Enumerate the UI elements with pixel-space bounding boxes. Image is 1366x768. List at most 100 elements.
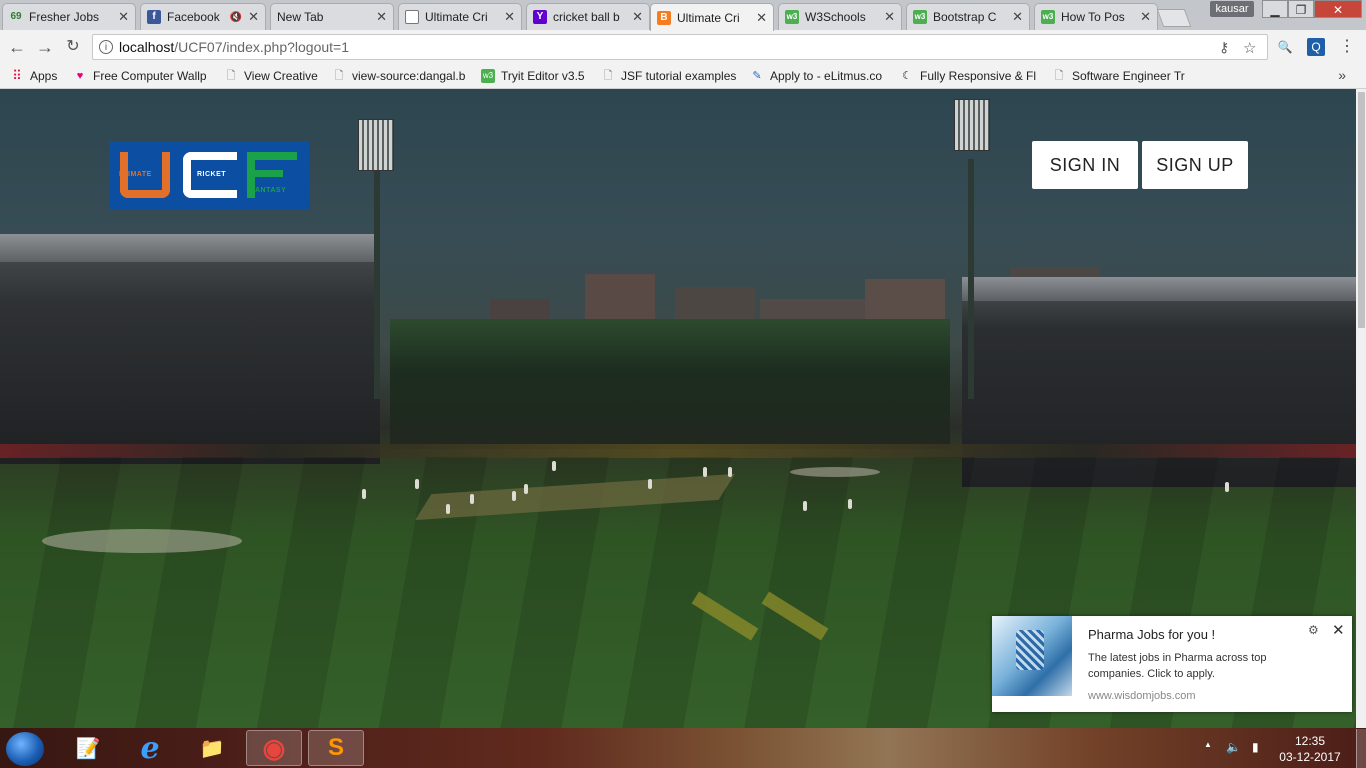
- ucf-logo[interactable]: LTIMATE RICKET ANTASY: [109, 141, 310, 209]
- forward-arrow-icon[interactable]: →: [34, 36, 56, 58]
- info-icon[interactable]: i: [99, 40, 113, 54]
- chrome-icon[interactable]: ◉: [246, 730, 302, 766]
- close-icon[interactable]: ✕: [118, 9, 129, 25]
- left-stand: [0, 234, 380, 464]
- bookmark-wallpapers[interactable]: ♥ Free Computer Wallp: [73, 68, 213, 84]
- profile-button[interactable]: kausar: [1210, 1, 1254, 17]
- menu-icon[interactable]: ⋮: [1338, 38, 1356, 56]
- close-icon[interactable]: ✕: [756, 10, 767, 26]
- batsman: [470, 494, 474, 504]
- gear-icon[interactable]: ⚙: [1308, 623, 1319, 637]
- notification-title: Pharma Jobs for you !: [1088, 627, 1216, 642]
- close-icon[interactable]: ✕: [884, 9, 895, 25]
- bookmark-label: Apps: [30, 69, 58, 83]
- floodlight-tower: [968, 159, 974, 399]
- tab-facebook[interactable]: f Facebook 🔇 ✕: [140, 3, 266, 30]
- close-icon[interactable]: ✕: [1140, 9, 1151, 25]
- page-icon: 🗋: [1054, 70, 1064, 82]
- sublime-text-icon[interactable]: S: [308, 730, 364, 766]
- bookmark-label: Software Engineer Tr: [1072, 69, 1185, 83]
- bookmark-label: Free Computer Wallp: [93, 69, 207, 83]
- bookmark-label: Tryit Editor v3.5: [501, 69, 585, 83]
- floodlight-head: [954, 99, 990, 151]
- key-icon[interactable]: ⚷: [1219, 39, 1229, 56]
- bookmark-fully-responsive[interactable]: ☾ Fully Responsive & Fl: [900, 68, 1038, 84]
- tab-new-tab[interactable]: New Tab ✕: [270, 3, 394, 30]
- url-path: /UCF07/index.php?logout=1: [174, 39, 349, 55]
- close-icon[interactable]: ✕: [1332, 621, 1345, 639]
- close-icon[interactable]: ✕: [1012, 9, 1023, 25]
- muted-speaker-icon[interactable]: 🔇: [230, 12, 242, 23]
- document-icon: [405, 10, 419, 24]
- tab-w3schools[interactable]: w3 W3Schools ✕: [778, 3, 902, 30]
- url-host: localhost: [119, 39, 175, 55]
- boundary-boards: [0, 444, 1356, 458]
- pavilion: [390, 319, 950, 449]
- new-tab-button[interactable]: [1156, 9, 1192, 27]
- bookmark-jsf-tutorial[interactable]: 🗋 JSF tutorial examples: [601, 68, 737, 84]
- bookmark-view-source[interactable]: 🗋 view-source:dangal.b: [332, 68, 468, 84]
- floodlight-tower: [374, 169, 380, 399]
- internet-explorer-icon[interactable]: e: [122, 730, 178, 766]
- start-button[interactable]: [6, 732, 44, 766]
- bookmark-software-engineer[interactable]: 🗋 Software Engineer Tr: [1052, 68, 1190, 84]
- address-bar[interactable]: i localhost/UCF07/index.php?logout=1 ⚷ ☆: [92, 34, 1268, 60]
- tab-how-to-pos[interactable]: w3 How To Pos ✕: [1034, 3, 1158, 30]
- back-arrow-icon[interactable]: ←: [6, 36, 28, 58]
- star-bookmark-icon[interactable]: ☆: [1243, 39, 1256, 57]
- speaker-icon[interactable]: 🔈: [1226, 740, 1241, 754]
- file-explorer-icon[interactable]: 📁: [184, 730, 240, 766]
- tab-bootstrap[interactable]: w3 Bootstrap C ✕: [906, 3, 1030, 30]
- scrollbar-thumb[interactable]: [1358, 92, 1365, 328]
- w3schools-icon: w3: [785, 10, 799, 24]
- tab-cricket-ball[interactable]: Y cricket ball b ✕: [526, 3, 650, 30]
- fielder: [703, 467, 707, 477]
- notepadpp-icon[interactable]: 📝: [60, 730, 116, 766]
- logo-word-fantasy: ANTASY: [255, 187, 287, 194]
- yahoo-icon: Y: [533, 10, 547, 24]
- tab-fresher-jobs[interactable]: 69 Fresher Jobs ✕: [2, 3, 136, 30]
- tab-title: Facebook: [167, 10, 220, 24]
- show-desktop-button[interactable]: [1356, 729, 1366, 768]
- search-extension-icon[interactable]: 🔍: [1276, 38, 1294, 56]
- maximize-button[interactable]: ❐: [1288, 0, 1314, 18]
- show-hidden-icons-icon[interactable]: ▲: [1204, 740, 1212, 749]
- notification-source: www.wisdomjobs.com: [1088, 690, 1196, 702]
- facebook-icon: f: [147, 10, 161, 24]
- fielder: [415, 479, 419, 489]
- bookmark-tryit-editor[interactable]: w3 Tryit Editor v3.5: [481, 68, 585, 84]
- close-icon[interactable]: ✕: [504, 9, 515, 25]
- bookmark-apps[interactable]: ⠿ Apps: [10, 68, 57, 84]
- fielder: [848, 499, 852, 509]
- zoom-extension-icon[interactable]: Q: [1307, 38, 1325, 56]
- more-bookmarks-button[interactable]: »: [1338, 67, 1346, 83]
- bookmark-elitmus[interactable]: ✎ Apply to - eLitmus.co: [750, 68, 888, 84]
- sign-up-button[interactable]: SIGN UP: [1142, 141, 1248, 189]
- tab-ultimate-cricket[interactable]: Ultimate Cri ✕: [398, 3, 522, 30]
- clock-date: 03-12-2017: [1279, 750, 1341, 764]
- floodlight-head: [358, 119, 394, 171]
- tab-title: Bootstrap C: [933, 10, 997, 24]
- system-clock[interactable]: 12:35 03-12-2017: [1270, 733, 1350, 765]
- bookmark-view-creative[interactable]: 🗋 View Creative: [224, 68, 318, 84]
- bookmark-label: Fully Responsive & Fl: [920, 69, 1037, 83]
- minimize-button[interactable]: ▁: [1262, 0, 1288, 18]
- tab-title: Ultimate Cri: [677, 10, 740, 25]
- close-icon[interactable]: ✕: [248, 9, 259, 25]
- reload-icon[interactable]: ↻: [62, 36, 84, 58]
- close-icon[interactable]: ✕: [376, 9, 387, 25]
- battery-icon[interactable]: ▮: [1252, 740, 1259, 754]
- fielder: [803, 501, 807, 511]
- sign-in-button[interactable]: SIGN IN: [1032, 141, 1138, 189]
- close-window-button[interactable]: ✕: [1314, 0, 1362, 18]
- browser-toolbar: ← → ↻ i localhost/UCF07/index.php?logout…: [0, 30, 1366, 63]
- tab-title: New Tab: [277, 10, 324, 24]
- tab-ultimate-cricket-active[interactable]: B Ultimate Cri ✕: [650, 3, 774, 31]
- left-stand-roof: [0, 234, 380, 262]
- push-notification[interactable]: Pharma Jobs for you ! The latest jobs in…: [992, 616, 1352, 712]
- close-icon[interactable]: ✕: [632, 9, 643, 25]
- notification-image: [992, 616, 1072, 696]
- url-text[interactable]: localhost/UCF07/index.php?logout=1: [119, 39, 349, 55]
- logo-word-ultimate: LTIMATE: [119, 171, 152, 178]
- fielder: [524, 484, 528, 494]
